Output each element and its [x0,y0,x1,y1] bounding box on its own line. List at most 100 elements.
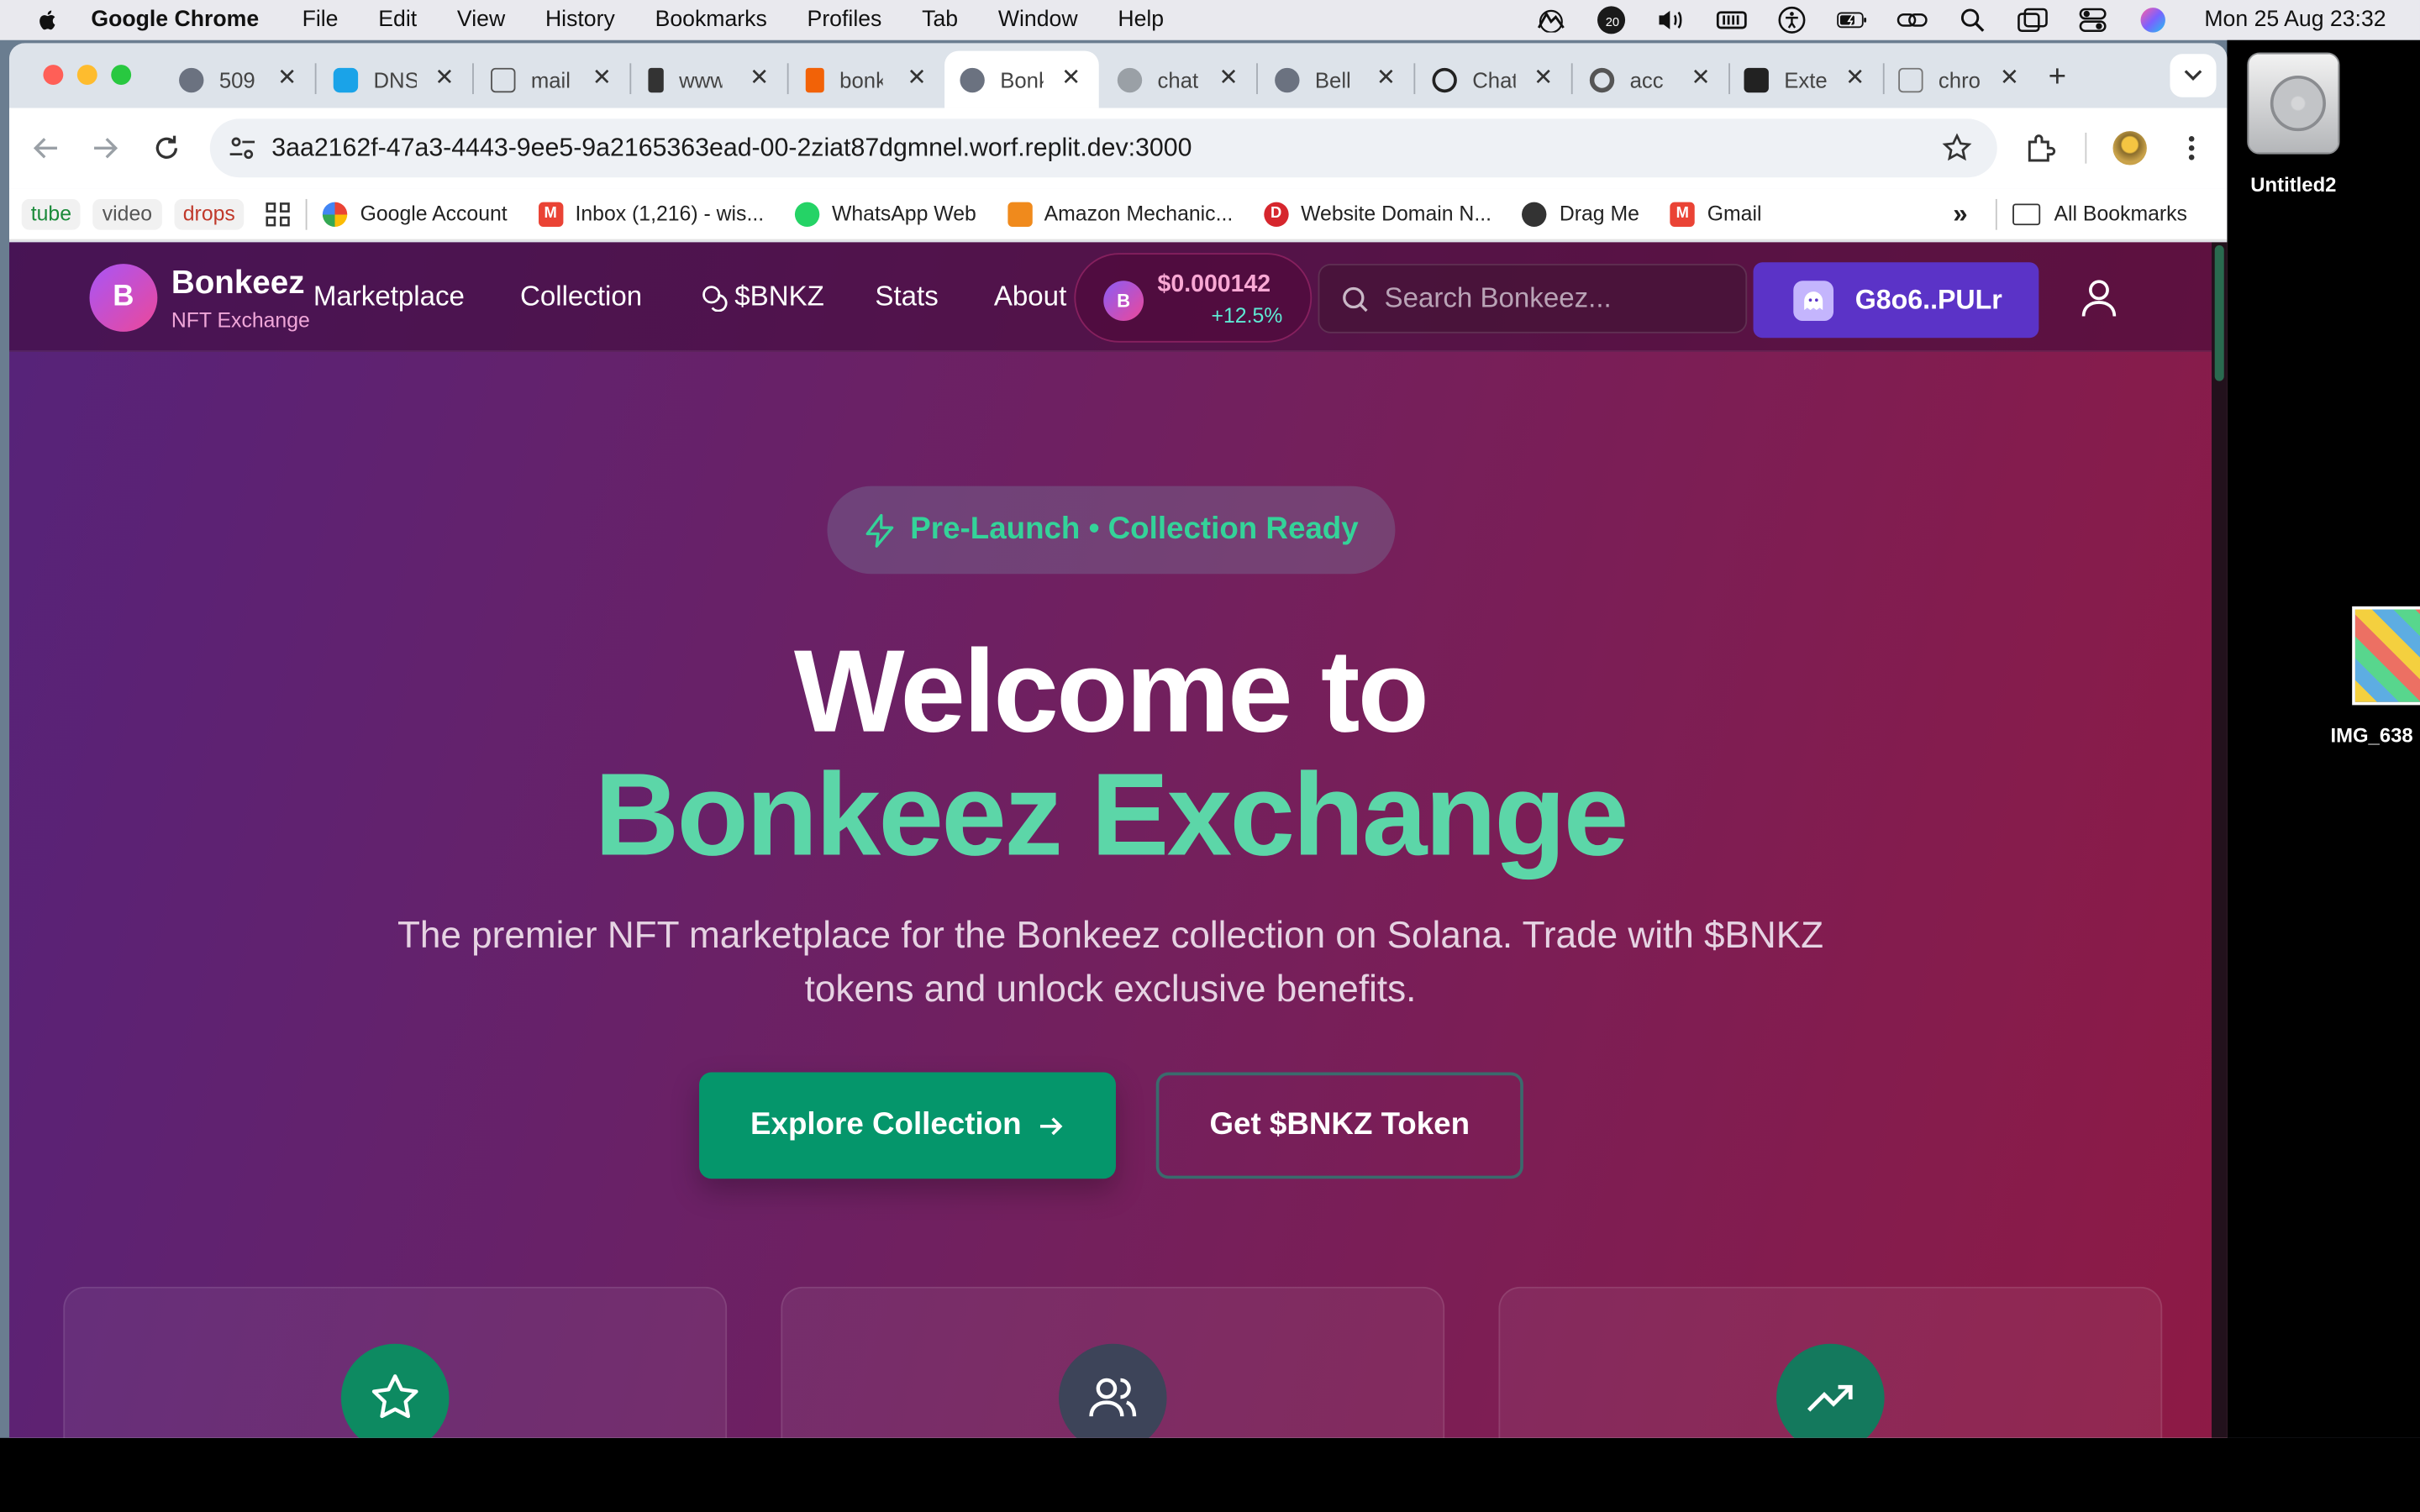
wallet-button[interactable]: G8o6..PULr [1753,262,2039,339]
site-logo[interactable]: B [89,264,158,332]
profile-button[interactable] [2112,129,2149,166]
volume-icon[interactable] [1656,6,1687,34]
tab-1[interactable]: 509 ✕ [164,51,315,108]
tab-5[interactable]: bonkeez ✕ [790,51,944,108]
scrollbar-thumb[interactable] [2214,245,2224,381]
zoom-window-button[interactable] [111,65,132,86]
bookmark-inbox[interactable]: M Inbox (1,216) - wis... [538,201,764,227]
close-icon[interactable]: ✕ [1374,66,1398,91]
tab-title: 509 [218,66,255,92]
apple-icon[interactable] [35,8,60,32]
search-input[interactable] [1384,282,1724,315]
close-icon[interactable]: ✕ [747,66,771,91]
notification-count-icon[interactable]: 20 [1597,6,1628,34]
tab-4[interactable]: www ✕ [633,51,787,108]
menu-window[interactable]: Window [998,8,1078,32]
bookmark-whatsapp[interactable]: WhatsApp Web [794,201,976,227]
link-icon[interactable] [1897,6,1928,34]
menu-bookmarks[interactable]: Bookmarks [655,8,767,32]
spotlight-search-icon[interactable] [1957,6,1988,34]
tab-6-active[interactable]: Bonkeez ✕ [944,50,1099,108]
tab-9[interactable]: Chat ✕ [1417,51,1571,108]
close-icon[interactable]: ✕ [1216,66,1240,91]
menu-tab[interactable]: Tab [922,8,958,32]
menu-help[interactable]: Help [1118,8,1164,32]
bookmark-gmail[interactable]: M Gmail [1670,201,1761,227]
close-icon[interactable]: ✕ [1688,66,1712,91]
menu-file[interactable]: File [302,8,339,32]
tab-3[interactable]: mail ✕ [476,51,630,108]
screen-mirroring-icon[interactable] [2018,6,2049,34]
close-icon[interactable]: ✕ [1059,66,1083,91]
desktop-image-file[interactable]: IMG_638 [2330,606,2420,747]
nav-about[interactable]: About [994,281,1066,313]
feature-card[interactable] [63,1286,728,1438]
cloud-icon[interactable] [1536,6,1567,34]
minimize-window-button[interactable] [76,65,97,86]
bookmark-label: WhatsApp Web [831,202,976,226]
tab-8[interactable]: Bell ✕ [1260,51,1414,108]
bookmark-star-icon[interactable] [1942,133,1973,164]
notification-count: 20 [1605,15,1620,29]
close-icon[interactable]: ✕ [904,66,929,91]
bookmark-drag-me[interactable]: Drag Me [1522,201,1639,227]
new-tab-button[interactable]: + [2042,60,2073,96]
user-profile-icon[interactable] [2077,276,2120,319]
bookmark-chip-video[interactable]: video [92,198,162,229]
page-scrollbar[interactable] [2212,242,2228,1438]
explore-collection-button[interactable]: Explore Collection [699,1072,1116,1179]
url-input[interactable] [271,133,1892,163]
accessibility-icon[interactable] [1777,6,1808,34]
token-price-ticker[interactable]: B $0.000142 +12.5% [1074,253,1313,343]
menu-history[interactable]: History [545,8,615,32]
brand-name[interactable]: Bonkeez [171,265,305,302]
address-bar[interactable] [209,118,1997,178]
bookmarks-overflow-icon[interactable]: » [1953,198,1967,229]
nav-stats[interactable]: Stats [875,281,938,313]
tab-search-button[interactable] [2170,54,2217,97]
forward-button[interactable] [87,129,124,166]
tab-2[interactable]: DNS ✕ [318,51,472,108]
close-icon[interactable]: ✕ [432,66,456,91]
bookmark-website-domain[interactable]: D Website Domain N... [1263,201,1491,227]
bookmark-amazon-mturk[interactable]: Amazon Mechanic... [1007,201,1233,227]
all-bookmarks-button[interactable]: All Bookmarks [2012,202,2187,225]
close-icon[interactable]: ✕ [1997,66,2022,91]
chrome-menu-button[interactable] [2173,129,2210,166]
back-button[interactable] [28,129,65,166]
menu-profiles[interactable]: Profiles [808,8,882,32]
siri-icon[interactable] [2138,6,2169,34]
amazon-icon [1007,201,1032,227]
bookmark-chip-drops[interactable]: drops [173,198,245,229]
site-settings-icon[interactable] [225,131,259,165]
nav-marketplace[interactable]: Marketplace [313,281,465,313]
get-token-button[interactable]: Get $BNKZ Token [1155,1072,1523,1179]
close-icon[interactable]: ✕ [275,66,299,91]
tab-10[interactable]: acc ✕ [1574,51,1728,108]
memory-icon[interactable] [1717,6,1748,34]
close-icon[interactable]: ✕ [590,66,614,91]
nav-bnkz[interactable]: $BNKZ [701,281,824,313]
close-icon[interactable]: ✕ [1843,66,1867,91]
menu-app-name[interactable]: Google Chrome [91,8,259,32]
battery-icon[interactable] [1837,6,1868,34]
menubar-clock[interactable]: Mon 25 Aug 23:32 [2204,8,2386,32]
nav-collection[interactable]: Collection [520,281,642,313]
site-search[interactable] [1318,264,1748,333]
reload-button[interactable] [148,129,185,166]
bookmark-google-account[interactable]: Google Account [323,201,508,227]
extensions-button[interactable] [2022,129,2059,166]
close-icon[interactable]: ✕ [1531,66,1555,91]
menu-edit[interactable]: Edit [378,8,417,32]
apps-grid-icon[interactable] [266,202,291,226]
bookmark-chip-tube[interactable]: tube [21,198,82,229]
desktop-drive-icon[interactable]: Untitled2 [2245,52,2341,196]
close-window-button[interactable] [43,65,64,86]
feature-card[interactable] [1498,1286,2163,1438]
tab-12[interactable]: chrome ✕ [1883,51,2038,108]
feature-card[interactable] [781,1286,1445,1438]
menu-view[interactable]: View [457,8,505,32]
control-center-icon[interactable] [2078,6,2109,34]
tab-7[interactable]: chat ✕ [1102,51,1256,108]
tab-11[interactable]: Extensions ✕ [1728,51,1883,108]
